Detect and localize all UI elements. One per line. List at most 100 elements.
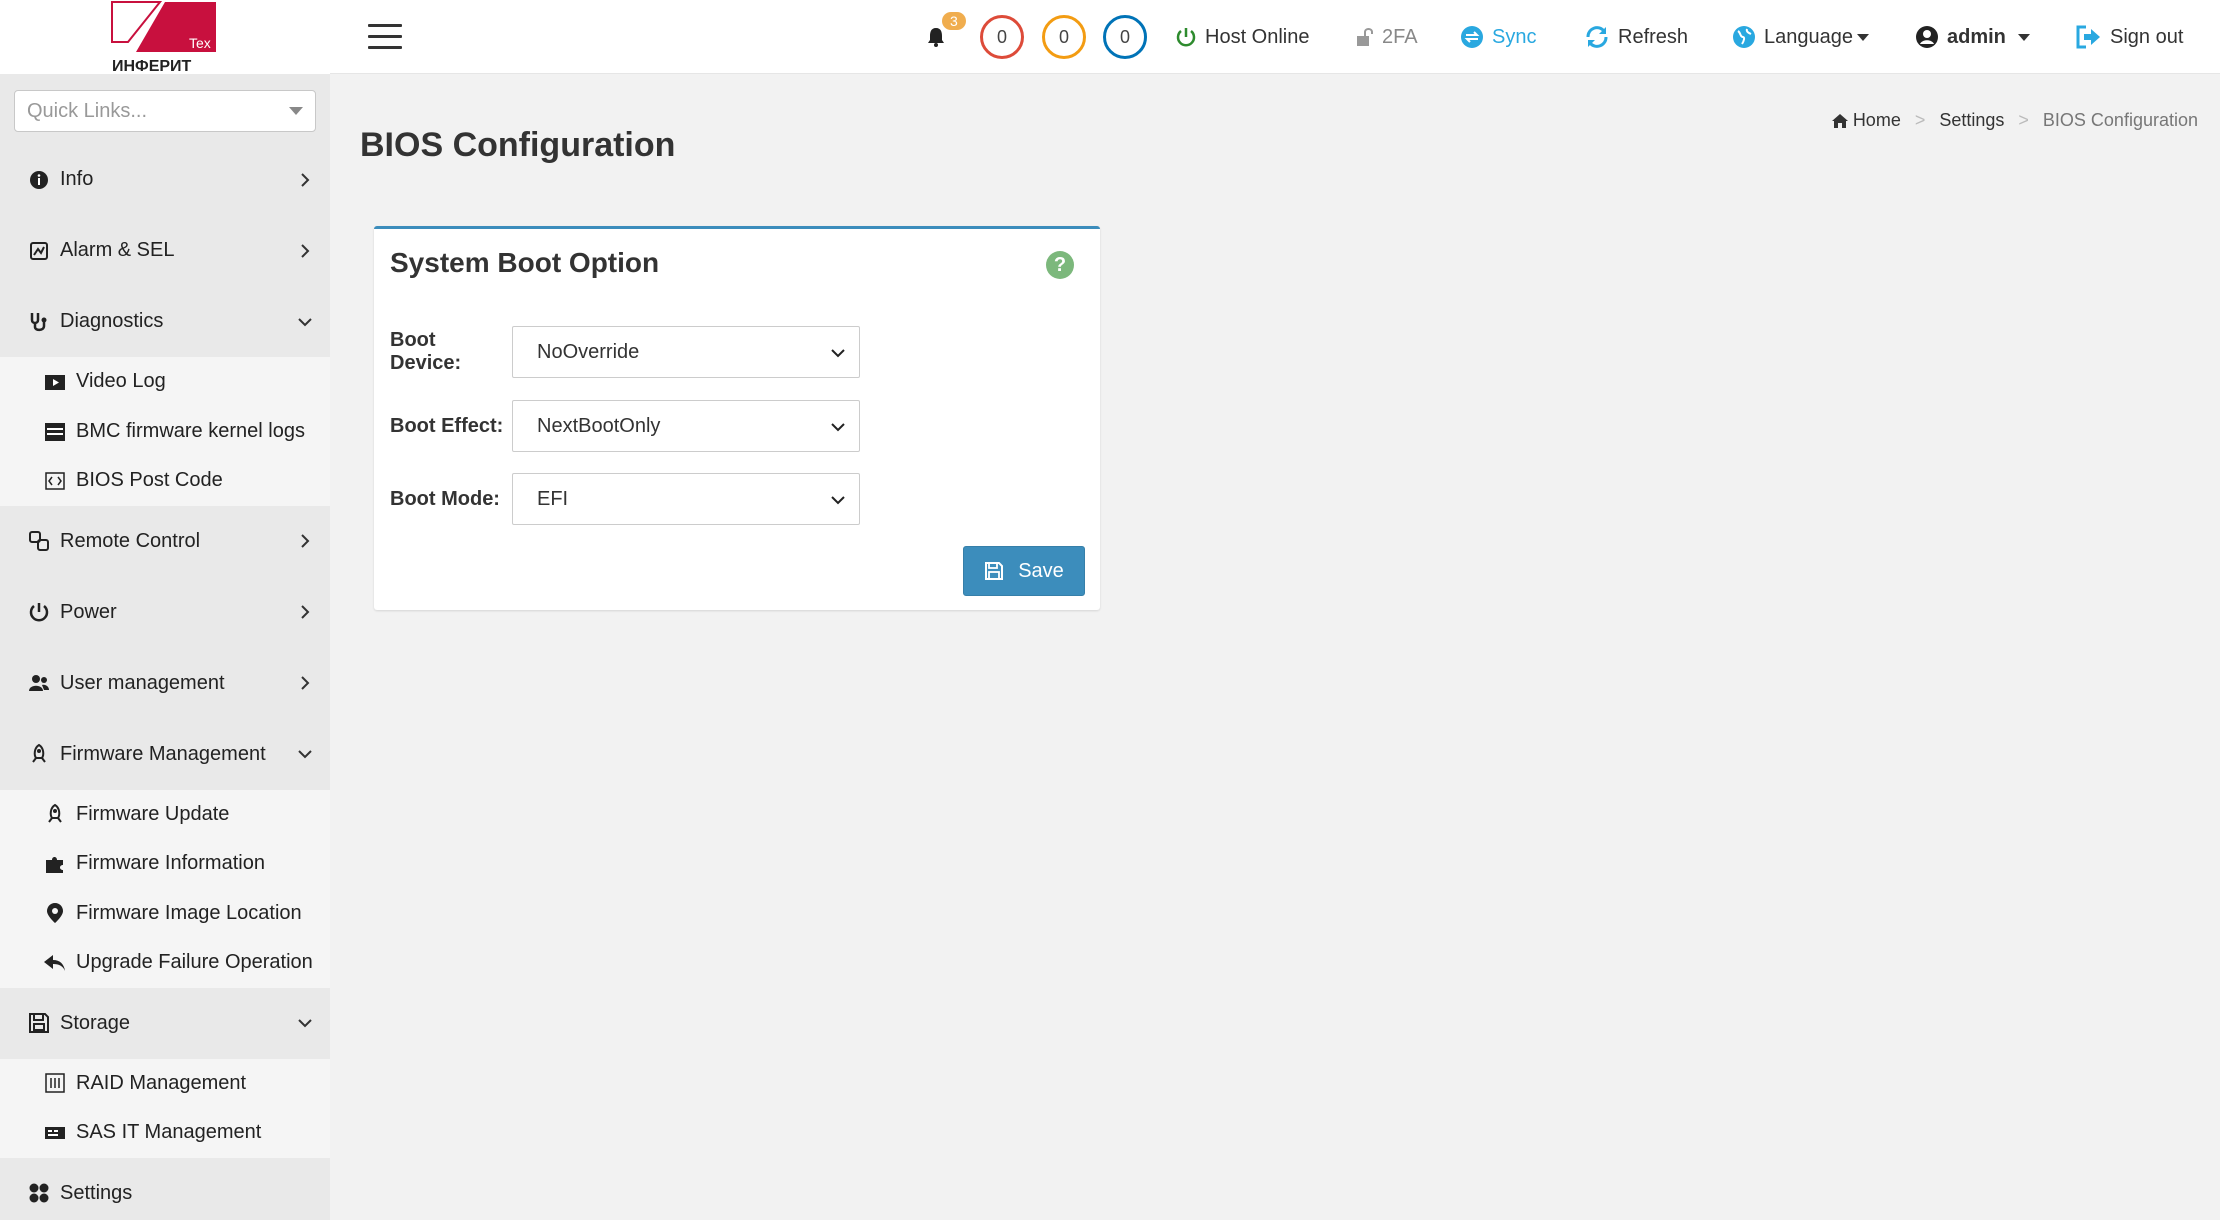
power-icon — [1175, 26, 1197, 48]
code-icon — [42, 468, 68, 494]
counter-warning[interactable]: 0 — [1042, 0, 1086, 74]
chevron-down-icon — [831, 488, 845, 511]
boot-mode-row: Boot Mode: EFI — [390, 473, 860, 525]
chevron-down-icon — [831, 415, 845, 438]
inferit-logo: Tex ИНФЕРИТ — [111, 1, 216, 74]
boot-device-label: Boot Device: — [390, 329, 462, 374]
chevron-down-icon — [831, 341, 845, 364]
map-pin-icon — [42, 900, 68, 926]
grid-icon — [26, 1180, 52, 1206]
firmware-submenu: Firmware Update Firmware Information Fir… — [0, 789, 330, 988]
breadcrumb-separator: > — [1914, 110, 1926, 130]
breadcrumb-current: BIOS Configuration — [2042, 110, 2198, 130]
refresh-icon — [1584, 25, 1610, 49]
chevron-right-icon — [296, 603, 314, 621]
globe-icon — [1732, 25, 1756, 49]
sidebar-item-firmware-update[interactable]: Firmware Update — [0, 790, 330, 840]
stethoscope-icon — [26, 309, 52, 335]
power-icon — [26, 599, 52, 625]
quick-links-placeholder: Quick Links... — [27, 99, 148, 122]
signout-button[interactable]: Sign out — [2076, 0, 2183, 74]
sidebar-item-user-management[interactable]: User management — [0, 648, 330, 719]
raid-icon — [42, 1070, 68, 1096]
caret-down-icon — [289, 107, 303, 115]
caret-down-icon — [2017, 33, 2030, 41]
sidebar-item-settings[interactable]: Settings — [0, 1158, 330, 1220]
bell-icon — [926, 26, 946, 48]
chevron-right-icon — [296, 242, 314, 260]
chevron-right-icon — [296, 532, 314, 550]
sidebar-item-bios-post-code[interactable]: BIOS Post Code — [0, 456, 330, 506]
user-menu[interactable]: admin — [1915, 0, 2030, 74]
home-icon — [1831, 113, 1849, 129]
sidebar-item-upgrade-failure-operation[interactable]: Upgrade Failure Operation — [0, 938, 330, 988]
breadcrumb: Home > Settings > BIOS Configuration — [1831, 110, 2198, 131]
sidebar-item-power[interactable]: Power — [0, 577, 330, 648]
refresh-button[interactable]: Refresh — [1584, 0, 1688, 74]
calendar-icon — [42, 418, 68, 444]
sign-out-icon — [2076, 25, 2102, 49]
boot-effect-select[interactable]: NextBootOnly — [512, 400, 860, 452]
info-circle-icon — [26, 167, 52, 193]
caret-down-icon — [1856, 33, 1869, 41]
save-button[interactable]: Save — [963, 546, 1085, 596]
language-dropdown[interactable]: Language — [1732, 0, 1869, 74]
topbar: 3 0 0 0 Host Online 2FA Sync Refresh Lan… — [330, 0, 2220, 74]
sidebar-item-firmware-information[interactable]: Firmware Information — [0, 839, 330, 889]
boot-mode-label: Boot Mode: — [390, 487, 500, 510]
sidebar-item-firmware-management[interactable]: Firmware Management — [0, 719, 330, 790]
sidebar-item-info[interactable]: Info — [0, 144, 330, 215]
sync-icon — [1460, 25, 1484, 49]
boot-effect-row: Boot Effect: NextBootOnly — [390, 400, 860, 452]
logo[interactable]: Tex ИНФЕРИТ — [0, 0, 330, 74]
sidebar-item-raid-management[interactable]: RAID Management — [0, 1059, 330, 1109]
chevron-down-icon — [296, 745, 314, 763]
sidebar-item-firmware-image-location[interactable]: Firmware Image Location — [0, 889, 330, 939]
diagnostics-submenu: Video Log BMC firmware kernel logs BIOS … — [0, 357, 330, 506]
notifications-badge: 3 — [942, 12, 966, 30]
notifications-button[interactable]: 3 — [926, 0, 966, 74]
breadcrumb-separator: > — [2018, 110, 2029, 130]
sidebar-item-video-log[interactable]: Video Log — [0, 357, 330, 407]
counter-critical[interactable]: 0 — [980, 0, 1024, 74]
twofa-button[interactable]: 2FA — [1356, 0, 1418, 74]
counter-info[interactable]: 0 — [1103, 0, 1147, 74]
boot-device-select[interactable]: NoOverride — [512, 326, 860, 378]
remote-icon — [26, 528, 52, 554]
boot-effect-label: Boot Effect: — [390, 414, 504, 437]
page-title: BIOS Configuration — [360, 126, 676, 164]
sidebar: Tex ИНФЕРИТ Quick Links... Info Alarm & … — [0, 0, 330, 1220]
save-icon — [26, 1010, 52, 1036]
system-boot-option-card: System Boot Option ? Boot Device: NoOver… — [374, 226, 1100, 610]
unlock-icon — [1356, 27, 1374, 47]
storage-submenu: RAID Management SAS IT Management — [0, 1058, 330, 1158]
sync-button[interactable]: Sync — [1460, 0, 1536, 74]
chevron-right-icon — [296, 674, 314, 692]
card-title: System Boot Option — [390, 247, 660, 278]
host-status[interactable]: Host Online — [1175, 0, 1310, 74]
svg-text:Tex: Tex — [189, 35, 211, 51]
sas-icon — [42, 1120, 68, 1146]
breadcrumb-home[interactable]: Home — [1853, 110, 1901, 131]
video-icon — [42, 369, 68, 395]
quick-links-select[interactable]: Quick Links... — [14, 90, 316, 132]
sidebar-item-alarm-sel[interactable]: Alarm & SEL — [0, 215, 330, 286]
help-icon[interactable]: ? — [1046, 251, 1074, 279]
rocket-icon — [42, 801, 68, 827]
sidebar-item-bmc-kernel-logs[interactable]: BMC firmware kernel logs — [0, 407, 330, 457]
floppy-save-icon — [984, 561, 1004, 581]
svg-text:ИНФЕРИТ: ИНФЕРИТ — [112, 58, 192, 74]
reply-icon — [42, 950, 68, 976]
sidebar-item-storage[interactable]: Storage — [0, 988, 330, 1059]
sidebar-item-diagnostics[interactable]: Diagnostics — [0, 286, 330, 357]
user-circle-icon — [1915, 25, 1939, 49]
sidebar-item-sas-it-management[interactable]: SAS IT Management — [0, 1108, 330, 1158]
rocket-icon — [26, 741, 52, 767]
boot-mode-select[interactable]: EFI — [512, 473, 860, 525]
chevron-down-icon — [296, 1014, 314, 1032]
sidebar-item-remote-control[interactable]: Remote Control — [0, 506, 330, 577]
breadcrumb-settings[interactable]: Settings — [1939, 110, 2004, 131]
alarm-icon — [26, 238, 52, 264]
puzzle-icon — [42, 851, 68, 877]
chevron-down-icon — [296, 313, 314, 331]
